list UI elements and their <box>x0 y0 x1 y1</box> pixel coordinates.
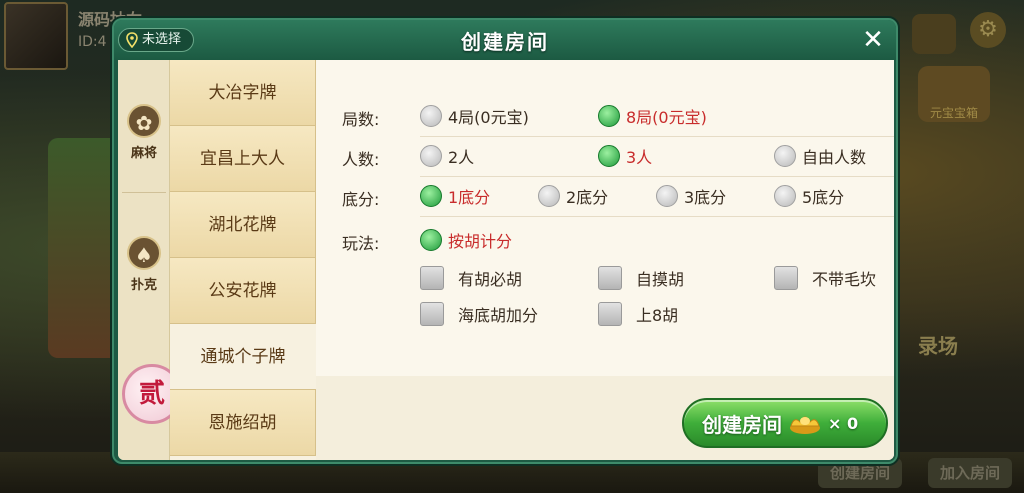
checkbox-icon <box>598 266 622 290</box>
radio-icon <box>656 185 678 207</box>
players-option-3[interactable]: 3人 <box>598 144 652 168</box>
rounds-option-8[interactable]: 8局(0元宝) <box>598 104 707 128</box>
options-panel: 局数: 4局(0元宝) 8局(0元宝) 人数: 2人 3人 自由人数 底分: 1… <box>316 60 894 460</box>
players-option-2[interactable]: 2人 <box>420 144 474 168</box>
cost-count: × 0 <box>828 413 859 433</box>
gear-icon[interactable]: ⚙ <box>970 12 1006 48</box>
rules-label: 玩法: <box>342 234 380 253</box>
radio-checked-icon <box>598 145 620 167</box>
row-divider <box>420 136 894 137</box>
radio-checked-icon <box>598 105 620 127</box>
option-label: 上8胡 <box>636 306 679 325</box>
option-label: 按胡计分 <box>448 232 513 251</box>
side-text: 录场 <box>918 334 958 358</box>
option-label: 3人 <box>626 148 653 167</box>
extra-haidi-bonus[interactable]: 海底胡加分 <box>420 302 538 326</box>
spade-icon: ♠ <box>127 236 161 270</box>
chest-label: 元宝宝箱 <box>930 106 979 120</box>
option-label: 5底分 <box>802 188 845 207</box>
players-option-free[interactable]: 自由人数 <box>774 144 866 168</box>
extra-no-maokan[interactable]: 不带毛坎 <box>774 266 876 290</box>
checkbox-icon <box>420 302 444 326</box>
category-divider <box>122 192 166 193</box>
dialog-body: ✿ 麻将 ♠ 扑克 贰 大冶字牌 宜昌上大人 湖北花牌 公安花牌 通城个子牌 恩… <box>118 60 894 460</box>
radio-checked-icon <box>420 185 442 207</box>
checkbox-icon <box>420 266 444 290</box>
option-label: 1底分 <box>448 188 491 207</box>
radio-checked-icon <box>420 229 442 251</box>
promo-card[interactable] <box>48 138 120 358</box>
create-room-label: 创建房间 <box>702 412 782 437</box>
mahjong-coin-icon: ✿ <box>127 104 161 138</box>
create-room-dialog: 未选择 创建房间 ✕ ✿ 麻将 ♠ 扑克 贰 大冶字牌 宜昌上大人 湖北花牌 公… <box>112 18 898 464</box>
rounds-label: 局数: <box>342 110 380 129</box>
option-label: 3底分 <box>684 188 727 207</box>
checkbox-icon <box>774 266 798 290</box>
tab-tongcheng[interactable]: 通城个子牌 <box>170 324 316 390</box>
create-room-button[interactable]: 创建房间 × 0 <box>682 398 888 448</box>
tab-enshi[interactable]: 恩施绍胡 <box>170 390 316 456</box>
base-option-1[interactable]: 1底分 <box>420 184 490 208</box>
radio-icon <box>420 105 442 127</box>
option-label: 4局(0元宝) <box>448 108 529 127</box>
gold-ingot-icon <box>790 416 820 434</box>
tab-hubei-huapai[interactable]: 湖北花牌 <box>170 192 316 258</box>
category-label: 麻将 <box>130 146 157 161</box>
player-id: ID:4 <box>78 34 107 50</box>
dialog-header: 未选择 创建房间 ✕ <box>114 20 896 60</box>
base-score-label: 底分: <box>342 190 380 209</box>
row-divider <box>420 176 894 177</box>
base-option-3[interactable]: 3底分 <box>656 184 726 208</box>
base-option-2[interactable]: 2底分 <box>538 184 608 208</box>
option-label: 2人 <box>448 148 475 167</box>
player-avatar[interactable] <box>4 2 68 70</box>
close-icon[interactable]: ✕ <box>858 26 888 56</box>
rounds-option-4[interactable]: 4局(0元宝) <box>420 104 529 128</box>
extra-shang-8-hu[interactable]: 上8胡 <box>598 302 678 326</box>
radio-icon <box>538 185 560 207</box>
option-label: 海底胡加分 <box>458 306 539 325</box>
tab-yichang[interactable]: 宜昌上大人 <box>170 126 316 192</box>
category-poker[interactable]: ♠ 扑克 <box>118 236 170 293</box>
option-label: 自摸胡 <box>636 270 685 289</box>
extra-must-hu[interactable]: 有胡必胡 <box>420 266 522 290</box>
base-option-5[interactable]: 5底分 <box>774 184 844 208</box>
radio-icon <box>774 145 796 167</box>
option-label: 8局(0元宝) <box>626 108 707 127</box>
category-label: 扑克 <box>130 278 157 293</box>
checkbox-icon <box>598 302 622 326</box>
game-tabs: 大冶字牌 宜昌上大人 湖北花牌 公安花牌 通城个子牌 恩施绍胡 <box>170 60 316 460</box>
radio-icon <box>420 145 442 167</box>
category-strip: ✿ 麻将 ♠ 扑克 贰 <box>118 60 182 460</box>
extra-self-draw[interactable]: 自摸胡 <box>598 266 684 290</box>
category-mahjong[interactable]: ✿ 麻将 <box>118 104 170 161</box>
dialog-title: 创建房间 <box>461 30 549 54</box>
radio-icon <box>774 185 796 207</box>
bg-join-room-button[interactable]: 加入房间 <box>928 458 1013 488</box>
notice-icon[interactable] <box>912 14 956 54</box>
rules-option-hu-score[interactable]: 按胡计分 <box>420 228 512 252</box>
row-divider <box>420 216 894 217</box>
tab-dayezipai[interactable]: 大冶字牌 <box>170 60 316 126</box>
option-label: 自由人数 <box>802 148 867 167</box>
option-label: 不带毛坎 <box>812 270 877 289</box>
option-label: 2底分 <box>566 188 609 207</box>
tab-gongan-huapai[interactable]: 公安花牌 <box>170 258 316 324</box>
option-label: 有胡必胡 <box>458 270 523 289</box>
players-label: 人数: <box>342 150 380 169</box>
